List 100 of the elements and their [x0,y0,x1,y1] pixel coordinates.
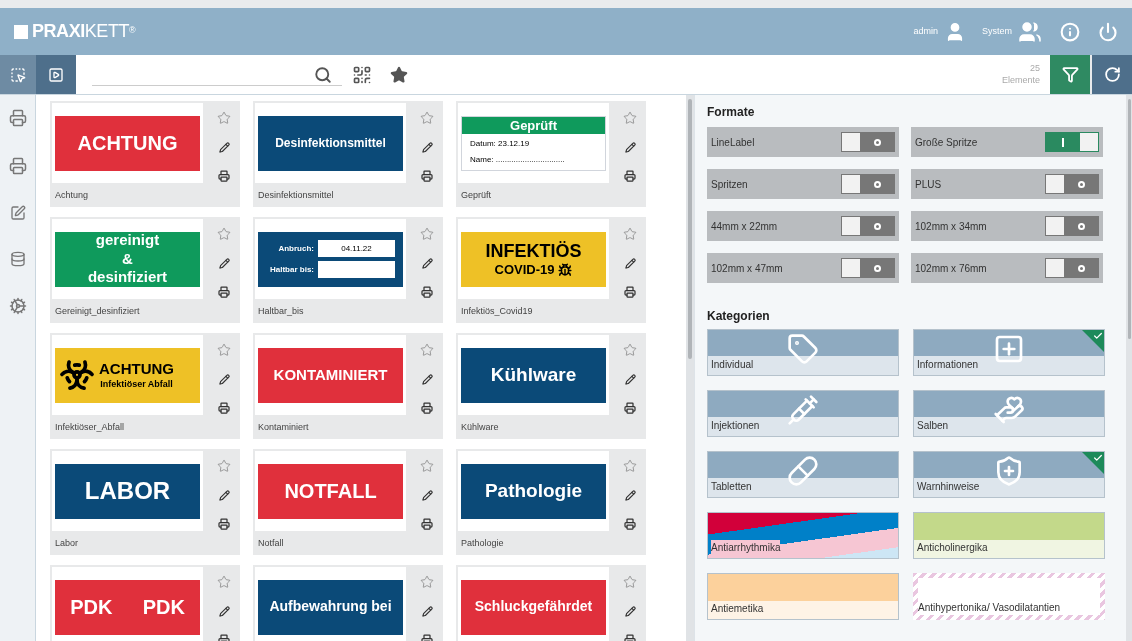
printer-settings-icon[interactable] [8,109,27,127]
print-icon[interactable] [624,402,636,414]
print-icon[interactable] [421,170,433,182]
favorite-star-icon[interactable] [623,227,637,241]
edit-icon[interactable] [421,142,433,153]
favorite-star-icon[interactable] [420,575,434,589]
toggle-switch[interactable] [1045,258,1099,278]
label-card[interactable]: Aufbewahrung bei [253,565,443,641]
label-name: Infektiöser_Abfall [55,421,126,434]
format-label: PLUS [915,177,942,192]
favorite-star-icon[interactable] [420,227,434,241]
favorite-star-icon[interactable] [420,111,434,125]
print-icon[interactable] [421,286,433,298]
label-card[interactable]: Pathologie Pathologie [456,449,646,555]
edit-icon[interactable] [218,258,230,269]
label-card[interactable]: Anbruch: 04.11.22 Haltbar bis: Haltbar_bis [253,217,443,323]
category-tile[interactable]: Salben [913,390,1105,437]
qr-code-icon[interactable] [352,64,372,85]
category-tile[interactable]: Tabletten [707,451,899,498]
category-tile[interactable]: Antiemetika [707,573,899,620]
print-icon[interactable] [218,170,230,182]
category-label: Antiarrhythmika [711,540,781,555]
edit-icon[interactable] [218,606,230,617]
print-icon[interactable] [218,518,230,530]
print-icon[interactable] [421,402,433,414]
label-name: Desinfektionsmittel [258,189,335,202]
printer-icon[interactable] [8,157,27,175]
edit-icon[interactable] [9,205,26,221]
category-tile[interactable]: Informationen [913,329,1105,376]
category-tile[interactable]: Individual [707,329,899,376]
preview-mode-button[interactable] [36,55,76,94]
label-name: Gereinigt_desinfiziert [55,305,141,318]
label-card[interactable]: Kühlware Kühlware [456,333,646,439]
print-icon[interactable] [218,402,230,414]
edit-icon[interactable] [218,374,230,385]
filter-button[interactable] [1050,55,1090,94]
favorite-star-icon[interactable] [623,575,637,589]
label-card[interactable]: Desinfektionsmittel Desinfektionsmittel [253,101,443,207]
pill-icon [787,455,819,487]
favorite-star-icon[interactable] [217,459,231,473]
edit-icon[interactable] [421,374,433,385]
edit-icon[interactable] [624,258,636,269]
favorite-star-icon[interactable] [420,343,434,357]
label-card[interactable]: Geprüft Datum: 23.12.19 Name: ............................... Geprüft [456,101,646,207]
print-icon[interactable] [624,170,636,182]
label-field: Datum: 23.12.19 [462,137,605,150]
toggle-switch[interactable] [841,216,895,236]
favorite-star-icon[interactable] [217,343,231,357]
label-card[interactable]: INFEKTIÖS COVID-19 Infektiös_Covid19 [456,217,646,323]
users-icon[interactable] [1018,19,1042,44]
edit-icon[interactable] [421,490,433,501]
scrollbar-thumb[interactable] [1127,99,1131,339]
edit-icon[interactable] [218,490,230,501]
print-icon[interactable] [624,286,636,298]
search-icon[interactable] [314,65,332,84]
label-card[interactable]: NOTFALL Notfall [253,449,443,555]
print-icon[interactable] [421,518,433,530]
star-icon[interactable] [390,65,408,84]
category-tile[interactable]: Antiarrhythmika [707,512,899,559]
category-tile[interactable]: Injektionen [707,390,899,437]
category-tile[interactable]: Anticholinergika [913,512,1105,559]
toggle-switch[interactable] [1045,132,1099,152]
label-card[interactable]: PDK PDK [50,565,240,641]
edit-icon[interactable] [218,142,230,153]
refresh-button[interactable] [1092,55,1132,94]
favorite-star-icon[interactable] [623,343,637,357]
print-icon[interactable] [218,286,230,298]
edit-icon[interactable] [624,606,636,617]
favorite-star-icon[interactable] [623,459,637,473]
category-label: Individual [711,358,754,372]
info-icon[interactable] [1060,21,1080,42]
power-icon[interactable] [1098,21,1118,42]
edit-icon[interactable] [624,490,636,501]
database-icon[interactable] [9,251,26,267]
label-card[interactable]: KONTAMINIERT Kontaminiert [253,333,443,439]
edit-icon[interactable] [624,142,636,153]
edit-icon[interactable] [421,606,433,617]
label-card[interactable]: Schluckgefährdet [456,565,646,641]
category-label: Informationen [917,358,979,372]
label-card[interactable]: gereinigt & desinfiziert Gereinigt_desinfiziert [50,217,240,323]
select-mode-button[interactable] [0,55,36,94]
toggle-switch[interactable] [1045,174,1099,194]
label-card[interactable]: LABOR Labor [50,449,240,555]
settings-icon[interactable] [8,297,27,315]
toggle-switch[interactable] [841,258,895,278]
edit-icon[interactable] [624,374,636,385]
favorite-star-icon[interactable] [217,575,231,589]
category-tile[interactable]: Warnhinweise [913,451,1105,498]
favorite-star-icon[interactable] [420,459,434,473]
edit-icon[interactable] [421,258,433,269]
toggle-switch[interactable] [1045,216,1099,236]
scrollbar-thumb[interactable] [688,99,692,359]
favorite-star-icon[interactable] [623,111,637,125]
label-card[interactable]: ACHTUNG Infektiöser Abfall Infektiöser_Abfall [50,333,240,439]
favorite-star-icon[interactable] [217,111,231,125]
label-card[interactable]: ACHTUNG Achtung [50,101,240,207]
toggle-switch[interactable] [841,132,895,152]
favorite-star-icon[interactable] [217,227,231,241]
toggle-switch[interactable] [841,174,895,194]
print-icon[interactable] [624,518,636,530]
